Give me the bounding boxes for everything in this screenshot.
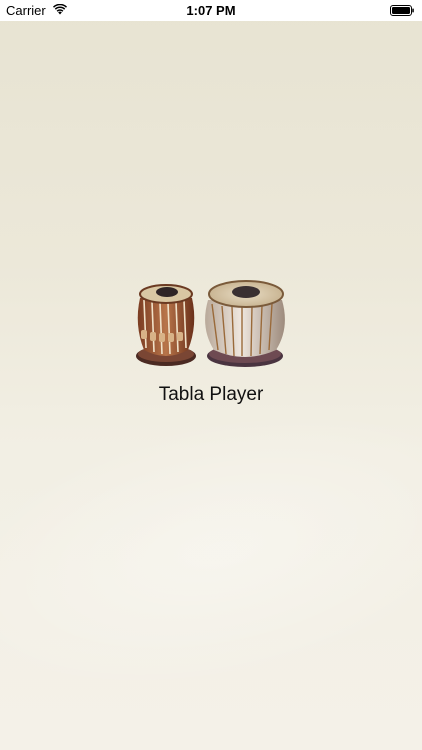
app-title: Tabla Player xyxy=(158,384,264,405)
splash-screen: Carrier 1:07 PM Tabla Player xyxy=(0,0,422,750)
tabla-drums-icon xyxy=(136,280,285,367)
battery-icon xyxy=(390,5,414,16)
status-bar: Carrier 1:07 PM xyxy=(0,0,422,21)
clock-time: 1:07 PM xyxy=(186,3,236,18)
background-glow xyxy=(0,364,422,736)
